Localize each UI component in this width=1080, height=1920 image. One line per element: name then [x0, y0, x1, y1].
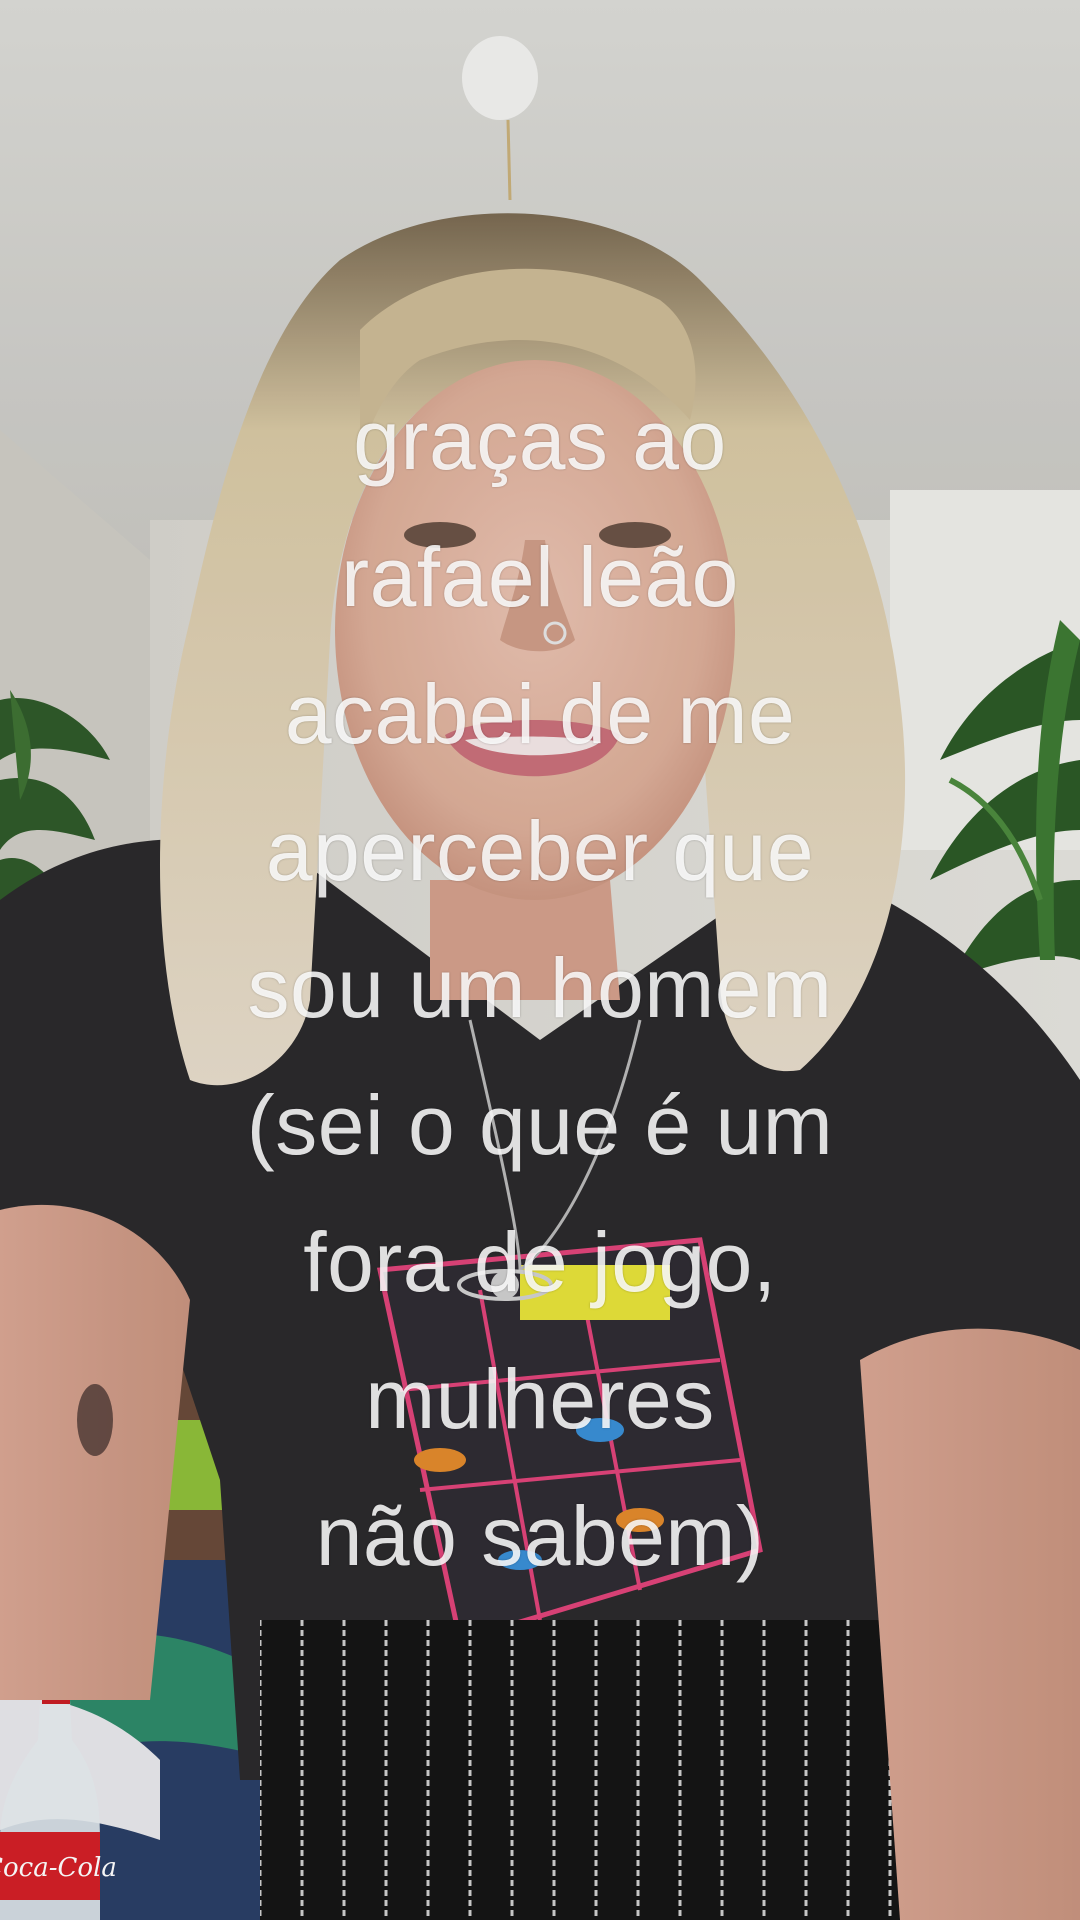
caption-line: aperceber que [265, 804, 815, 898]
caption-line: fora de jogo, [303, 1215, 777, 1309]
caption-line: (sei o que é um [246, 1078, 834, 1172]
video-frame: Coca-Cola [0, 0, 1080, 1920]
caption-line: mulheres [365, 1352, 715, 1446]
caption-line: sou um homem [247, 941, 833, 1035]
caption-line: acabei de me [284, 667, 796, 761]
caption-overlay: graças ao rafael leão acabei de me aperc… [0, 372, 1080, 1605]
caption-line: não sabem) [315, 1489, 765, 1583]
caption-line: graças ao [353, 393, 727, 487]
caption-line: rafael leão [341, 530, 739, 624]
